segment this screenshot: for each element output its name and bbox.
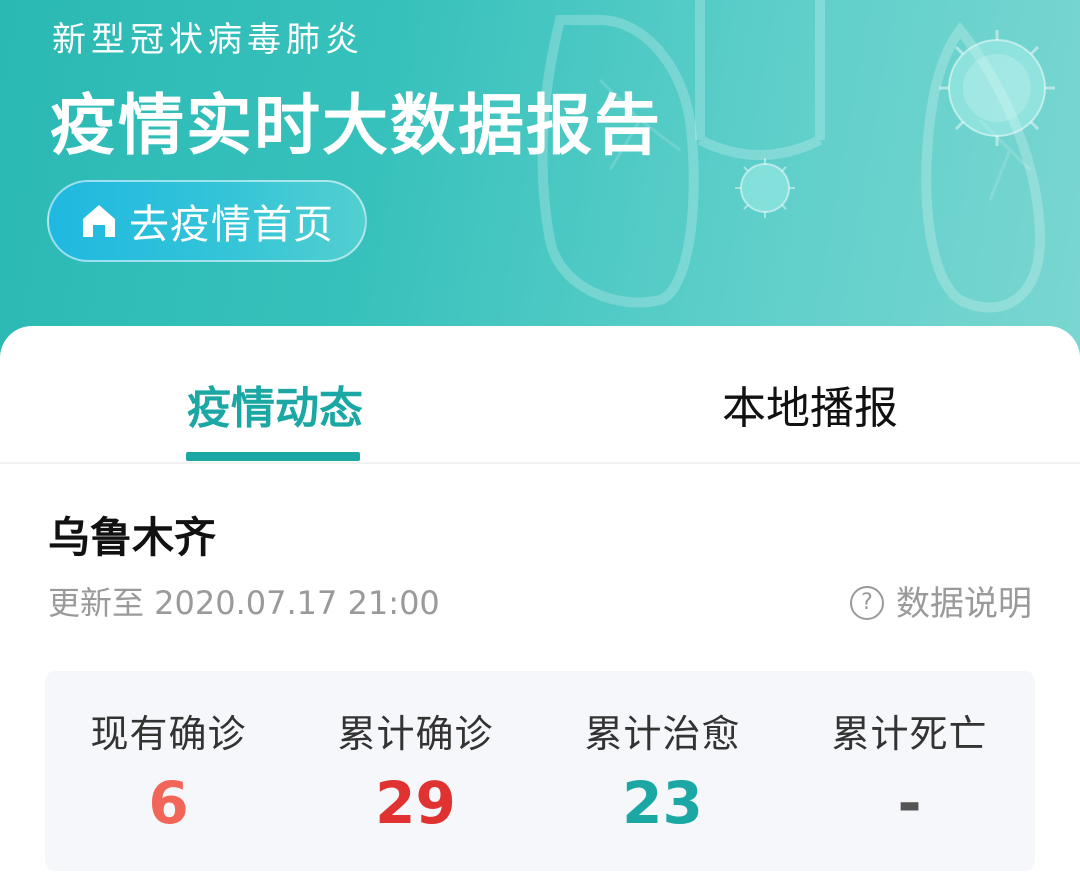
question-circle-icon: ? [850,585,884,620]
data-explanation-link[interactable]: ? 数据说明 [850,576,1032,625]
active-tab-indicator [186,452,360,461]
header-banner: 新型冠状病毒肺炎 疫情实时大数据报告 去疫情首页 [0,0,1080,360]
stat-label: 现有确诊 [90,712,247,756]
virus-large-icon [939,30,1055,146]
content-card: 疫情动态 本地播报 乌鲁木齐 更新至 2020.07.17 21:00 ? 数据… [0,326,1080,880]
data-explanation-label: 数据说明 [896,584,1032,624]
tab-bar: 疫情动态 本地播报 [0,326,1080,464]
go-epidemic-home-button[interactable]: 去疫情首页 [47,180,367,262]
stat-value: 6 [148,769,189,837]
stats-panel: 现有确诊 6 累计确诊 29 累计治愈 23 累计死亡 - [45,671,1035,871]
banner-title: 疫情实时大数据报告 [50,87,662,164]
home-icon [83,205,115,237]
stat-value: - [897,769,922,837]
region-name: 乌鲁木齐 [48,513,217,562]
banner-subtitle: 新型冠状病毒肺炎 [52,20,364,60]
tab-epidemic-dynamics[interactable]: 疫情动态 [187,372,363,436]
stat-label: 累计治愈 [584,712,741,756]
tab-local-broadcast[interactable]: 本地播报 [722,372,898,436]
stat-label: 累计死亡 [831,712,988,756]
virus-small-icon [735,158,795,218]
stat-value: 23 [622,769,703,837]
update-timestamp: 更新至 2020.07.17 21:00 [48,584,440,622]
stat-label: 累计确诊 [337,712,494,756]
home-button-label: 去疫情首页 [129,202,334,248]
stat-value: 29 [375,769,456,837]
